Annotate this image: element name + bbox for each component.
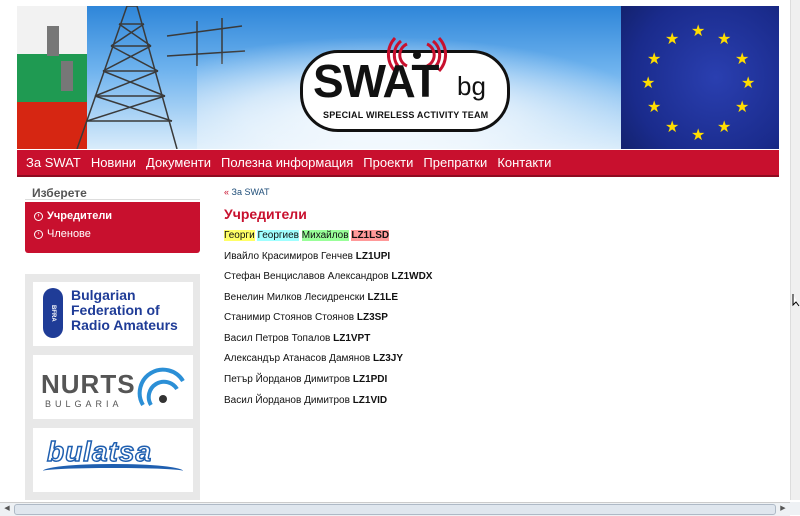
svg-text:★: ★ — [717, 29, 731, 48]
founder-row: Петър Йорданов Димитров LZ1PDI — [224, 374, 388, 385]
highlighted-last-name: Михайлов — [301, 230, 349, 241]
founder-row: Васил Йорданов Димитров LZ1VID — [224, 395, 388, 406]
callsign: LZ1VID — [352, 395, 388, 406]
bfra-seal-logo: BFRA — [43, 288, 63, 338]
sidebar-item-members[interactable]: › Членове — [25, 225, 200, 243]
callsign: LZ1LE — [367, 292, 399, 303]
vertical-scrollbar[interactable] — [790, 0, 800, 500]
sidebar-item-founders[interactable]: › Учредители — [25, 207, 200, 225]
callsign: LZ1WDX — [391, 271, 433, 282]
sidebar-menu: › Учредители › Членове — [25, 202, 200, 253]
swat-logo-text: SWAT — [313, 55, 439, 107]
swat-logo-subtitle: SPECIAL WIRELESS ACTIVITY TEAM — [323, 110, 489, 120]
nav-item-links[interactable]: Препратки — [423, 155, 487, 170]
svg-text:★: ★ — [691, 21, 705, 40]
callsign: LZ3JY — [372, 353, 403, 364]
nav-item-documents[interactable]: Документи — [146, 155, 211, 170]
svg-text:★: ★ — [647, 49, 661, 68]
scroll-right-arrow-icon[interactable]: ▶ — [778, 504, 788, 514]
highlighted-middle-name: Георгиев — [257, 230, 299, 241]
founder-row: Ивайло Красимиров Генчев LZ1UPI — [224, 251, 391, 262]
nav-item-news[interactable]: Новини — [91, 155, 136, 170]
arrow-bullet-icon: › — [34, 211, 43, 221]
scrollbar-corner — [790, 502, 800, 515]
header-banner: ★ ★ ★ ★ ★ ★ ★ ★ ★ ★ ★ ★ SWAT bg SPECIAL … — [17, 6, 779, 149]
callsign: LZ1VPT — [333, 333, 371, 344]
nurts-logo-subtitle: BULGARIA — [45, 399, 123, 409]
founder-row: Васил Петров Топалов LZ1VPT — [224, 333, 371, 344]
svg-text:★: ★ — [665, 117, 679, 136]
callsign: LZ1PDI — [352, 374, 388, 385]
nav-item-about[interactable]: За SWAT — [26, 155, 81, 170]
nurts-signal-icon — [137, 367, 185, 407]
partner-bfra-link[interactable]: BFRA Bulgarian Federation of Radio Amate… — [33, 282, 193, 346]
founder-row-highlighted: Георги Георгиев Михайлов LZ1LSD — [224, 230, 390, 241]
svg-text:★: ★ — [717, 117, 731, 136]
nav-item-projects[interactable]: Проекти — [363, 155, 413, 170]
eu-flag: ★ ★ ★ ★ ★ ★ ★ ★ ★ ★ ★ ★ — [621, 6, 779, 149]
svg-text:★: ★ — [647, 97, 661, 116]
founder-row: Александър Атанасов Дамянов LZ3JY — [224, 353, 403, 364]
svg-text:★: ★ — [735, 49, 749, 68]
bfra-logo-text: Bulgarian Federation of Radio Amateurs — [71, 287, 178, 333]
arrow-bullet-icon: › — [34, 229, 43, 239]
founder-row: Станимир Стоянов Стоянов LZ3SP — [224, 312, 388, 323]
svg-text:★: ★ — [691, 125, 705, 144]
nav-item-useful-info[interactable]: Полезна информация — [221, 155, 353, 170]
svg-text:★: ★ — [741, 73, 755, 92]
highlighted-callsign: LZ1LSD — [351, 230, 390, 241]
sidebar-divider — [25, 199, 200, 200]
founder-row: Венелин Милков Лесидренски LZ1LE — [224, 292, 399, 303]
swat-logo-suffix: bg — [457, 71, 486, 101]
svg-text:★: ★ — [641, 73, 655, 92]
partner-nurts-link[interactable]: NURTS BULGARIA — [33, 355, 193, 419]
breadcrumb: « За SWAT — [224, 187, 269, 197]
page-title: Учредители — [224, 206, 307, 222]
callsign: LZ3SP — [356, 312, 388, 323]
mouse-cursor-icon — [792, 294, 800, 307]
sidebar-item-label: Учредители — [47, 210, 113, 222]
partner-bulatsa-link[interactable]: bulatsa — [33, 428, 193, 492]
main-navigation: За SWAT Новини Документи Полезна информа… — [17, 150, 779, 177]
bulatsa-swoosh-icon — [43, 464, 183, 478]
svg-text:★: ★ — [735, 97, 749, 116]
founder-row: Стефан Венциславов Александров LZ1WDX — [224, 271, 433, 282]
partners-panel: BFRA Bulgarian Federation of Radio Amate… — [25, 274, 200, 500]
sidebar-title: Изберете — [32, 186, 87, 200]
nav-item-contacts[interactable]: Контакти — [497, 155, 551, 170]
callsign: LZ1UPI — [355, 251, 391, 262]
sidebar-item-label: Членове — [47, 228, 91, 240]
breadcrumb-separator: « — [224, 187, 230, 197]
svg-text:★: ★ — [665, 29, 679, 48]
nurts-logo-text: NURTS — [41, 369, 136, 399]
horizontal-scrollbar-thumb[interactable] — [14, 504, 776, 515]
scroll-left-arrow-icon[interactable]: ◀ — [2, 504, 12, 514]
breadcrumb-link-about[interactable]: За SWAT — [232, 187, 270, 197]
highlighted-first-name: Георги — [224, 230, 255, 241]
